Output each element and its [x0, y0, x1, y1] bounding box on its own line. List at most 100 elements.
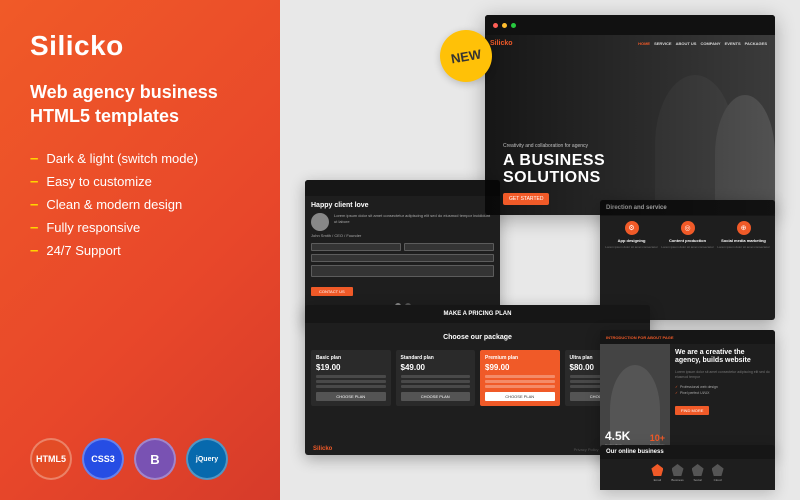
bullet-icon: – — [30, 243, 38, 258]
plan-2-feature-1 — [401, 375, 471, 378]
nav-home: HOME — [638, 41, 650, 46]
biz-icon-social: Social — [692, 464, 704, 482]
subtitle-line1: Web agency business — [30, 82, 218, 102]
bullet-icon: – — [30, 220, 38, 235]
price-card-3: Premium plan $99.00 CHOOSE PLAN — [480, 350, 560, 406]
footer-brand: Silicko — [313, 446, 332, 452]
jquery-label: jQuery — [196, 456, 218, 463]
social-media-icon — [692, 464, 704, 476]
plan-3-feature-3 — [485, 385, 555, 388]
service-icon-3: ⊕ — [737, 221, 751, 235]
about-feature-1: ✓ Professional web design — [675, 385, 770, 389]
nav-service: SERVICE — [654, 41, 672, 46]
nav-about: ABOUT US — [676, 41, 697, 46]
plan-3-feature-1 — [485, 375, 555, 378]
app-design-icon: ⚙ — [628, 224, 634, 232]
form-submit-button[interactable]: CONTACT US — [311, 287, 353, 296]
preview-online-biz: Our online business Email Business Socia… — [600, 445, 775, 490]
feature-label: Easy to customize — [46, 174, 152, 189]
hero-line2: SOLUTIONS — [503, 169, 601, 186]
plan-3-name: Premium plan — [485, 355, 555, 361]
nav-packages: PACKAGES — [745, 41, 767, 46]
business-label: Business — [671, 478, 683, 482]
stat-number: 4.5K — [605, 429, 630, 443]
price-card-2: Standard plan $49.00 CHOOSE PLAN — [396, 350, 476, 406]
footer-link-1: Privacy Policy — [574, 447, 599, 452]
preview-services: Direction and service ⚙ App designing Lo… — [600, 200, 775, 320]
author-name: John Smith — [311, 233, 331, 238]
brand-title: Silicko — [30, 30, 250, 62]
contact-form: CONTACT US — [311, 243, 494, 298]
service-card-2: ◎ Content production Lorem ipsum dolor s… — [661, 221, 714, 249]
cloud-label: Cloud — [714, 478, 722, 482]
plan-2-price: $49.00 — [401, 363, 471, 372]
preview-hero: Silicko HOME SERVICE ABOUT US COMPANY EV… — [485, 35, 775, 215]
plan-1-price: $19.00 — [316, 363, 386, 372]
feature-label: Fully responsive — [46, 220, 140, 235]
mid-left-header — [305, 180, 500, 196]
email-label: Email — [654, 478, 662, 482]
bullet-icon: – — [30, 197, 38, 212]
about-image: 4.5K Happy client 10+ Experience — [600, 344, 670, 455]
social-label: Social — [694, 478, 702, 482]
check-icon: ✓ — [675, 391, 678, 395]
right-panel: NEW Silicko HOME SERVICE ABOUT US C — [280, 0, 800, 500]
service-2-title: Content production — [661, 238, 714, 243]
service-card-1: ⚙ App designing Lorem ipsum dolor sit am… — [605, 221, 658, 249]
plan-1-name: Basic plan — [316, 355, 386, 361]
jquery-badge: jQuery — [186, 438, 228, 480]
pricing-title-area: Choose our package — [305, 323, 650, 344]
about-cta-button[interactable]: FIND MORE — [675, 406, 709, 415]
plan-1-cta[interactable]: CHOOSE PLAN — [316, 392, 386, 401]
about-title: We are a creative the agency, builds web… — [675, 349, 770, 366]
html5-badge: HTML5 — [30, 438, 72, 480]
about-label: INTRODUCTION FOR ABOUT PAGE — [606, 335, 674, 340]
testimonial-body: Lorem ipsum dolor sit amet consectetur a… — [311, 213, 494, 238]
testimonial-avatar — [311, 213, 329, 231]
plan-3-feature-2 — [485, 380, 555, 383]
list-item: – Easy to customize — [30, 174, 250, 189]
form-input-message — [311, 265, 494, 277]
product-subtitle: Web agency business HTML5 templates — [30, 80, 250, 129]
plan-1-feature-2 — [316, 380, 386, 383]
subtitle-line2: HTML5 templates — [30, 106, 179, 126]
mockup-container: NEW Silicko HOME SERVICE ABOUT US C — [300, 10, 780, 490]
exp-number: 10+ — [650, 433, 665, 443]
hero-cta-button: GET STARTED — [503, 193, 549, 205]
left-panel: Silicko Web agency business HTML5 templa… — [0, 0, 280, 500]
feature-text-1: Professional web design — [680, 385, 718, 389]
about-header: INTRODUCTION FOR ABOUT PAGE — [600, 330, 775, 344]
nav-events: EVENTS — [725, 41, 741, 46]
feature-label: Clean & modern design — [46, 197, 182, 212]
preview-navbar — [485, 15, 775, 35]
preview-about: INTRODUCTION FOR ABOUT PAGE 4.5K Happy c… — [600, 330, 775, 455]
nav-dot-green — [511, 23, 516, 28]
plan-3-cta[interactable]: CHOOSE PLAN — [485, 392, 555, 401]
plan-2-name: Standard plan — [401, 355, 471, 361]
form-input-subject — [311, 254, 494, 262]
form-input-email — [404, 243, 494, 251]
preview-top: Silicko HOME SERVICE ABOUT US COMPANY EV… — [485, 15, 775, 215]
list-item: – Fully responsive — [30, 220, 250, 235]
feature-text-2: Pixel perfect UI/UX — [680, 391, 710, 395]
service-icon-1: ⚙ — [625, 221, 639, 235]
hero-small-text: Creativity and collaboration for agency — [503, 143, 605, 149]
biz-icon-cloud: Cloud — [712, 464, 724, 482]
form-row-1 — [311, 243, 494, 251]
service-1-text: Lorem ipsum dolor sit amet consectetur — [605, 245, 658, 249]
list-item: – Dark & light (switch mode) — [30, 151, 250, 166]
tech-badges: HTML5 CSS3 B jQuery — [30, 438, 250, 480]
plan-2-feature-3 — [401, 385, 471, 388]
bootstrap-label: B — [150, 452, 159, 467]
business-icon — [672, 464, 684, 476]
list-item: – 24/7 Support — [30, 243, 250, 258]
bullet-icon: – — [30, 151, 38, 166]
html5-label: HTML5 — [36, 454, 66, 464]
pricing-header: MAKE A PRICING PLAN — [305, 305, 650, 323]
plan-2-cta[interactable]: CHOOSE PLAN — [401, 392, 471, 401]
about-content: 4.5K Happy client 10+ Experience We are … — [600, 344, 775, 455]
service-icon-2: ◎ — [681, 221, 695, 235]
social-icon: ⊕ — [741, 224, 747, 232]
feature-label: Dark & light (switch mode) — [46, 151, 198, 166]
content-icon: ◎ — [684, 224, 690, 232]
